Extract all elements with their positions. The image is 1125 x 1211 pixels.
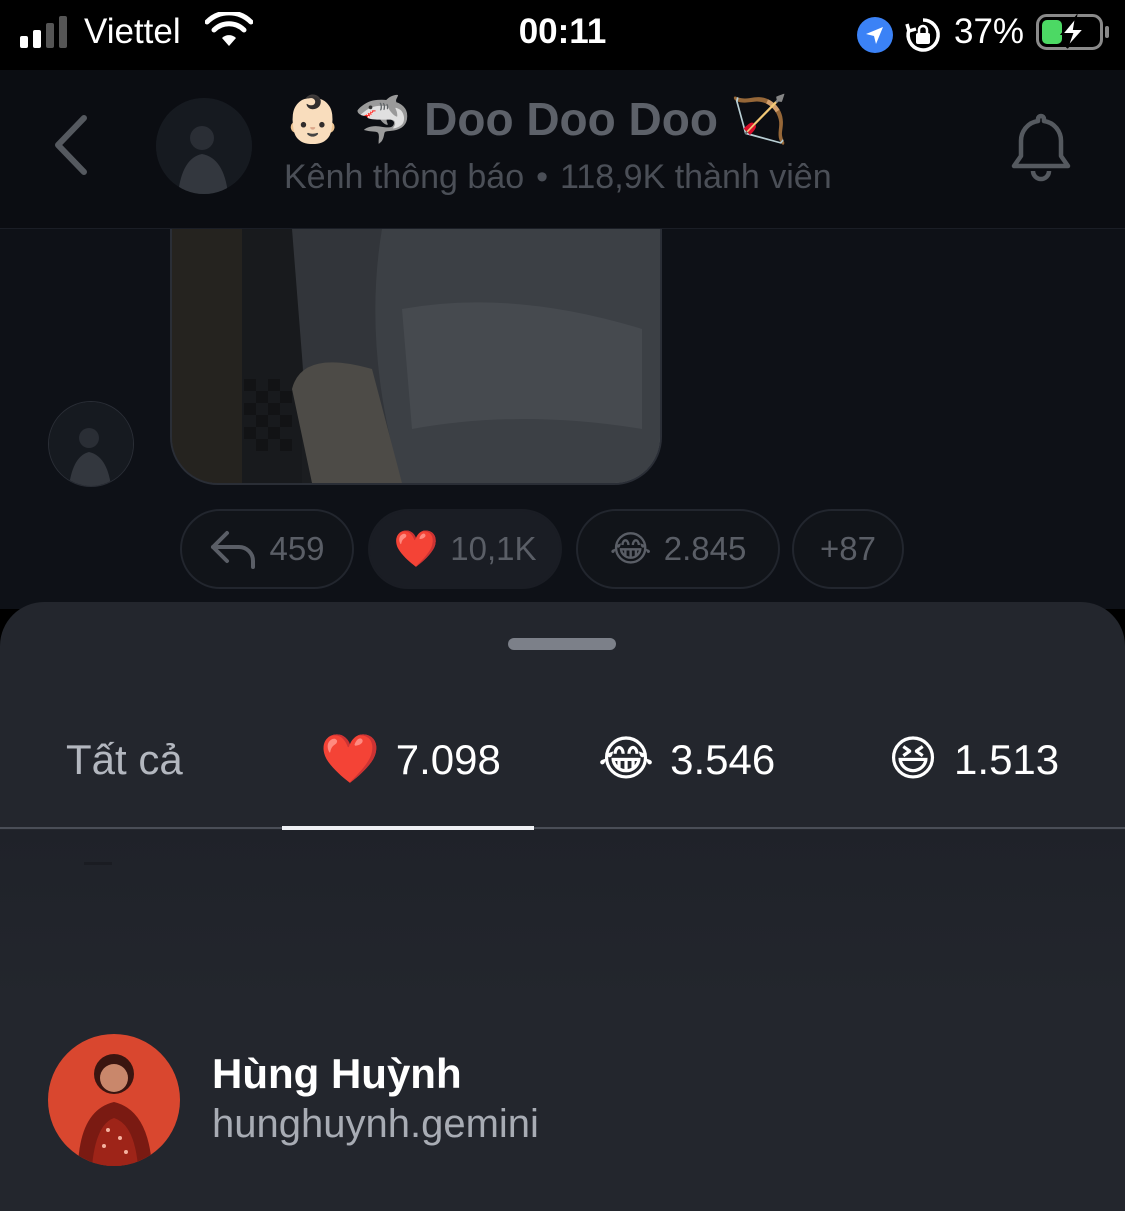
- tears-of-joy-emoji: 😂: [598, 733, 655, 786]
- tabs-divider: [0, 827, 1125, 829]
- heart-emoji: ❤️: [320, 733, 380, 786]
- chat-area: 459 ❤️ 10,1K 😂 2.845 +87: [0, 229, 1125, 609]
- member-count: 118,9K thành viên: [560, 158, 832, 196]
- heart-emoji: ❤️: [393, 528, 439, 569]
- laugh-reaction-pill[interactable]: 😂 2.845: [576, 509, 780, 589]
- shark-emoji: 🦈: [354, 93, 412, 145]
- location-arrow-icon: [857, 17, 893, 53]
- tab-heart-count: 7.098: [395, 736, 501, 783]
- forward-count: 459: [269, 530, 325, 567]
- tab-laugh[interactable]: 😂 3.546: [598, 728, 775, 792]
- reply-icon: [211, 531, 256, 569]
- tab-grin-count: 1.513: [954, 736, 1060, 783]
- forward-count-pill[interactable]: 459: [180, 509, 354, 589]
- user-handle: hunghuynh.gemini: [212, 1102, 539, 1146]
- user-name: Hùng Huỳnh: [212, 1050, 462, 1097]
- battery-percentage: 37%: [954, 12, 1025, 51]
- subtitle-separator: •: [536, 158, 549, 196]
- sheet-grabber[interactable]: [508, 638, 616, 650]
- tab-all[interactable]: Tất cả: [66, 728, 183, 792]
- grinning-squinting-emoji: 😆: [888, 733, 939, 786]
- tab-all-label: Tất cả: [66, 736, 183, 783]
- rotation-lock-icon: [905, 18, 940, 52]
- channel-name: Doo Doo Doo: [424, 93, 718, 145]
- channel-title[interactable]: 👶🏻 🦈 Doo Doo Doo 🏹: [284, 92, 788, 147]
- list-loading-placeholder: [0, 830, 1125, 1000]
- reactions-sheet: Tất cả ❤️ 7.098 😂 3.546 😆 1.513 Hùng Huỳ…: [0, 602, 1125, 1211]
- tab-grin[interactable]: 😆 1.513: [888, 728, 1059, 792]
- tab-laugh-count: 3.546: [670, 736, 776, 783]
- more-reactions-pill[interactable]: +87: [792, 509, 904, 589]
- baby-emoji: 👶🏻: [284, 93, 342, 145]
- channel-subtitle: Kênh thông báo • 118,9K thành viên: [284, 158, 832, 197]
- channel-header: 👶🏻 🦈 Doo Doo Doo 🏹 Kênh thông báo • 118,9K…: [0, 70, 1125, 229]
- user-avatar[interactable]: [48, 1034, 180, 1166]
- loading-line: [84, 862, 112, 865]
- battery-charging-icon: [1036, 14, 1109, 50]
- heart-reaction-count: 10,1K: [450, 530, 537, 567]
- tears-of-joy-emoji: 😂: [609, 528, 652, 569]
- laugh-reaction-count: 2.845: [663, 530, 747, 567]
- notification-bell-button[interactable]: [1006, 110, 1076, 184]
- bow-and-arrow-emoji: 🏹: [730, 93, 788, 145]
- reaction-user-row[interactable]: Hùng Huỳnh hunghuynh.gemini: [0, 1020, 1125, 1180]
- channel-type: Kênh thông báo: [284, 158, 525, 196]
- tab-heart[interactable]: ❤️ 7.098: [320, 728, 501, 792]
- more-reactions-count: +87: [820, 530, 876, 567]
- channel-avatar[interactable]: [156, 98, 252, 194]
- status-bar: Viettel 00:11 37%: [0, 0, 1125, 70]
- back-button[interactable]: [48, 110, 96, 180]
- sender-avatar[interactable]: [48, 401, 134, 487]
- message-photo[interactable]: [170, 229, 662, 485]
- heart-reaction-pill[interactable]: ❤️ 10,1K: [368, 509, 562, 589]
